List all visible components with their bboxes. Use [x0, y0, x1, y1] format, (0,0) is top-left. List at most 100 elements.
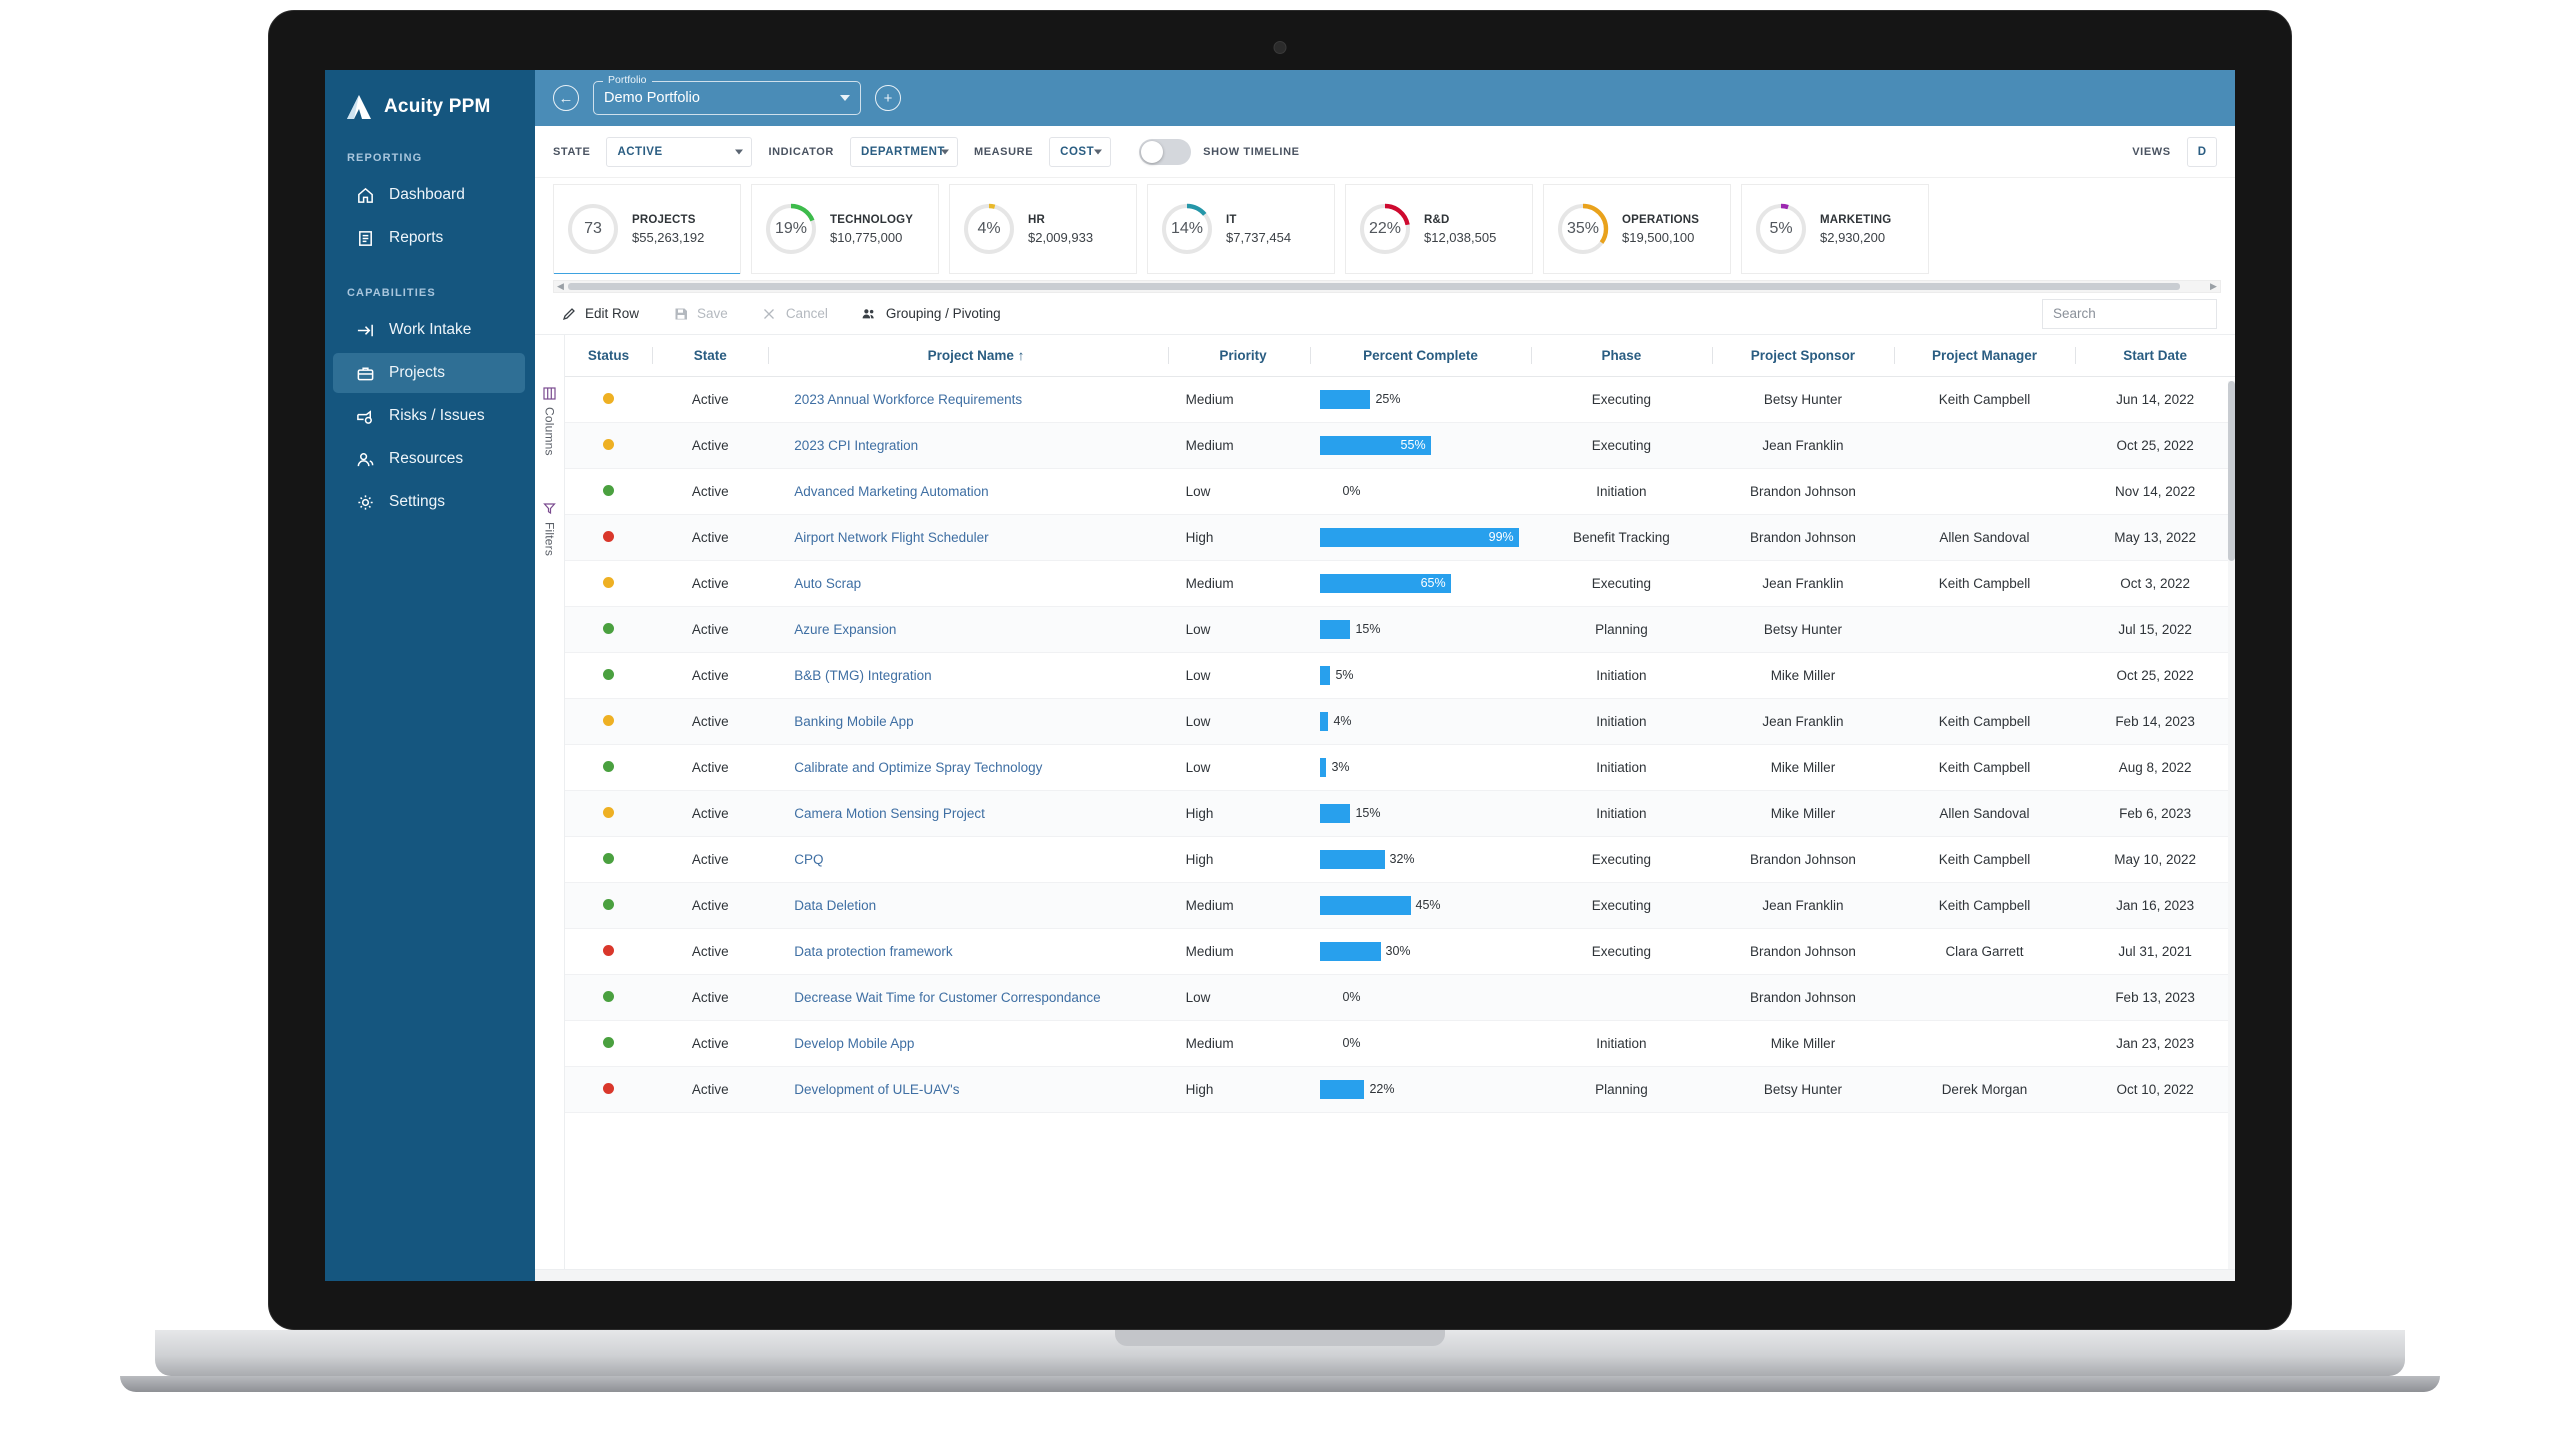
project-name-cell-text[interactable]: Camera Motion Sensing Project [794, 806, 985, 821]
kpi-horizontal-scrollbar[interactable]: ◀ ▶ [553, 280, 2221, 293]
project-name-cell-text[interactable]: CPQ [794, 852, 823, 867]
kpi-card[interactable]: 19% TECHNOLOGY $10,775,000 [751, 184, 939, 274]
project-name-cell-text[interactable]: Development of ULE-UAV's [794, 1082, 959, 1097]
percent-complete-cell: 99% [1310, 514, 1531, 561]
phase-cell: Executing [1530, 836, 1713, 883]
project-name-cell-text[interactable]: B&B (TMG) Integration [794, 668, 931, 683]
back-arrow-circle-icon[interactable]: ← [553, 85, 579, 111]
table-header-cell[interactable]: Phase [1530, 335, 1713, 377]
project-name-cell-text[interactable]: Develop Mobile App [794, 1036, 914, 1051]
percent-complete-cell: 4% [1310, 698, 1531, 745]
scroll-thumb[interactable] [568, 283, 2180, 290]
kpi-card[interactable]: 73 PROJECTS $55,263,192 [553, 184, 741, 274]
cancel-button[interactable]: Cancel [762, 306, 828, 321]
table-row[interactable]: Active Development of ULE-UAV's High 22% Pla… [565, 1066, 2235, 1113]
search-input[interactable]: Search [2042, 298, 2217, 329]
project-name-cell-text[interactable]: Data protection framework [794, 944, 952, 959]
table-row[interactable]: Active Data protection framework Medium 30%… [565, 928, 2235, 975]
table-row[interactable]: Active Develop Mobile App Medium 0% Initiati… [565, 1020, 2235, 1067]
indicator-select[interactable]: DEPARTMENT [849, 136, 958, 167]
report-icon [355, 228, 375, 248]
project-name-cell-text[interactable]: Auto Scrap [794, 576, 861, 591]
kpi-card[interactable]: 22% R&D $12,038,505 [1345, 184, 1533, 274]
sidebar-item-risks-issues[interactable]: Risks / Issues [333, 396, 525, 436]
kpi-card[interactable]: 35% OPERATIONS $19,500,100 [1543, 184, 1731, 274]
kpi-card[interactable]: 14% IT $7,737,454 [1147, 184, 1335, 274]
filters-tab[interactable]: Filters [543, 502, 557, 556]
project-name-cell-text[interactable]: Decrease Wait Time for Customer Correspo… [794, 990, 1100, 1005]
plus-circle-icon[interactable]: + [875, 85, 901, 111]
grid-scroll-container[interactable]: Status State Project Name ↑ Priority Percent… [565, 335, 2235, 1269]
table-row[interactable]: Active Camera Motion Sensing Project High 1… [565, 790, 2235, 837]
table-header-cell[interactable]: Start Date [2075, 335, 2235, 377]
project-name-cell-text[interactable]: 2023 CPI Integration [794, 438, 918, 453]
project-sponsor-cell: Mike Miller [1712, 1020, 1894, 1067]
percent-complete-cell: 0% [1310, 974, 1531, 1021]
views-select[interactable]: D [2186, 136, 2217, 167]
sidebar-item-reports[interactable]: Reports [333, 218, 525, 258]
table-row[interactable]: Active Airport Network Flight Scheduler Hi… [565, 514, 2235, 561]
table-row[interactable]: Active 2023 CPI Integration Medium 55% Execu… [565, 422, 2235, 469]
sidebar-item-resources[interactable]: Resources [333, 439, 525, 479]
project-name-cell-text[interactable]: Airport Network Flight Scheduler [794, 530, 988, 545]
project-name-cell-text[interactable]: Calibrate and Optimize Spray Technology [794, 760, 1042, 775]
table-row[interactable]: Active Azure Expansion Low 15% Planning Betsy… [565, 606, 2235, 653]
column-divider [768, 347, 770, 364]
project-name-cell-text[interactable]: Data Deletion [794, 898, 876, 913]
status-cell [565, 1066, 653, 1113]
progress-bar: 30% [1320, 942, 1520, 961]
grid-bottom-scrollbar[interactable] [535, 1269, 2235, 1281]
table-header-cell[interactable]: Project Manager [1893, 335, 2076, 377]
sidebar-item-dashboard[interactable]: Dashboard [333, 175, 525, 215]
show-timeline-toggle[interactable] [1139, 138, 1192, 165]
table-header-cell[interactable]: Priority [1167, 335, 1311, 377]
pencil-icon [561, 306, 576, 321]
project-manager-cell: Keith Campbell [1893, 376, 2076, 423]
grouping-pivoting-button[interactable]: Grouping / Pivoting [862, 306, 1001, 321]
kpi-card[interactable]: 4% HR $2,009,933 [949, 184, 1137, 274]
table-header-cell[interactable]: Status [565, 335, 653, 377]
table-row[interactable]: Active Decrease Wait Time for Customer Co… [565, 974, 2235, 1021]
scroll-right-icon[interactable]: ▶ [2207, 282, 2220, 291]
progress-fill [1320, 804, 1351, 823]
table-header-cell[interactable]: Percent Complete [1310, 335, 1531, 377]
project-name-cell-text[interactable]: Banking Mobile App [794, 714, 913, 729]
kpi-card[interactable]: 5% MARKETING $2,930,200 [1741, 184, 1929, 274]
table-row[interactable]: Active Advanced Marketing Automation Low 0%… [565, 468, 2235, 515]
sidebar-item-settings[interactable]: Settings [333, 482, 525, 522]
table-row[interactable]: Active Data Deletion Medium 45% Executing Jea… [565, 882, 2235, 929]
project-name-cell: Data protection framework [768, 928, 1168, 975]
table-row[interactable]: Active Auto Scrap Medium 65% Executing Jean F… [565, 560, 2235, 607]
table-header-cell[interactable]: Project Sponsor [1712, 335, 1894, 377]
project-name-cell-text[interactable]: Advanced Marketing Automation [794, 484, 988, 499]
grid-vertical-scrollbar[interactable] [2228, 381, 2235, 1269]
scroll-thumb[interactable] [2228, 381, 2235, 561]
project-name-cell-text[interactable]: 2023 Annual Workforce Requirements [794, 392, 1022, 407]
state-select[interactable]: ACTIVE [606, 136, 753, 167]
table-row[interactable]: Active CPQ High 32% Executing Brandon Johnson… [565, 836, 2235, 883]
table-row[interactable]: Active 2023 Annual Workforce Requirements… [565, 376, 2235, 423]
acuity-logo-icon [345, 94, 373, 120]
kpi-center-value: 19% [774, 220, 808, 237]
project-name-cell-text[interactable]: Azure Expansion [794, 622, 896, 637]
kpi-center-value: 14% [1170, 220, 1204, 237]
table-row[interactable]: Active B&B (TMG) Integration Low 5% Initiati… [565, 652, 2235, 699]
measure-select[interactable]: COST [1049, 136, 1112, 167]
sidebar-item-projects[interactable]: Projects [333, 353, 525, 393]
kpi-meta: OPERATIONS $19,500,100 [1622, 214, 1699, 245]
state-cell: Active [652, 1066, 769, 1113]
kpi-donut: 19% [764, 202, 818, 256]
table-row[interactable]: Active Banking Mobile App Low 4% Initiation J… [565, 698, 2235, 745]
kpi-donut: 5% [1754, 202, 1808, 256]
edit-row-label: Edit Row [585, 306, 640, 321]
scroll-left-icon[interactable]: ◀ [554, 282, 567, 291]
sidebar-item-work-intake[interactable]: Work Intake [333, 310, 525, 350]
save-button[interactable]: Save [673, 306, 728, 321]
table-header-cell[interactable]: Project Name ↑ [768, 335, 1168, 377]
table-header-cell[interactable]: State [652, 335, 769, 377]
project-manager-cell [1893, 422, 2076, 469]
portfolio-select[interactable]: Portfolio Demo Portfolio [593, 74, 861, 115]
edit-row-button[interactable]: Edit Row [561, 306, 639, 321]
table-row[interactable]: Active Calibrate and Optimize Spray Techn… [565, 744, 2235, 791]
columns-tab[interactable]: Columns [543, 387, 557, 456]
